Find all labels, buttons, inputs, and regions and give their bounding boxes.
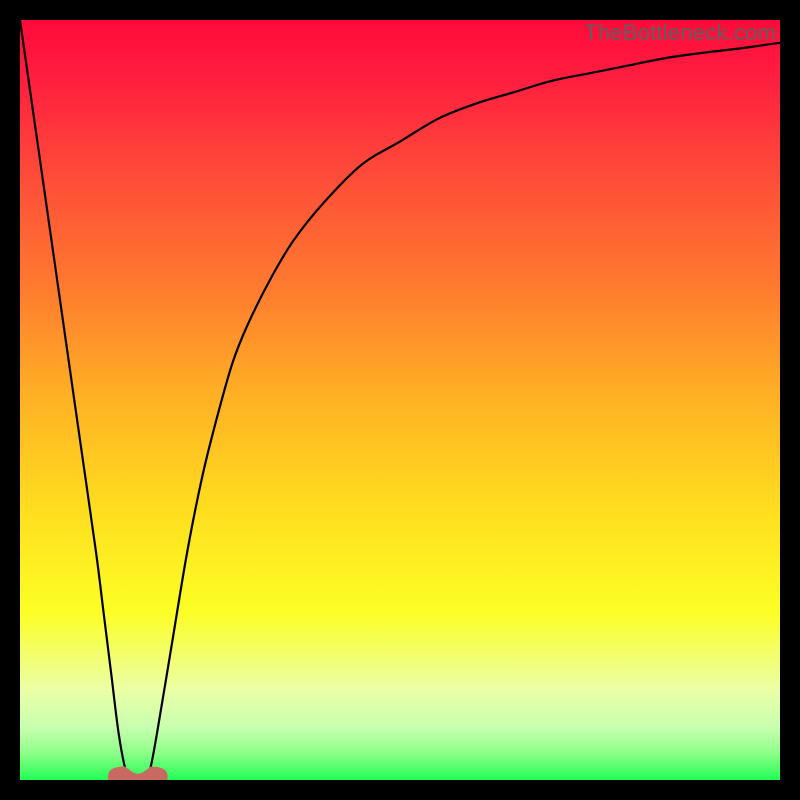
gradient-background — [20, 20, 780, 780]
chart-frame: TheBottleneck.com — [20, 20, 780, 780]
watermark-text: TheBottleneck.com — [584, 20, 776, 46]
bottleneck-chart — [20, 20, 780, 780]
